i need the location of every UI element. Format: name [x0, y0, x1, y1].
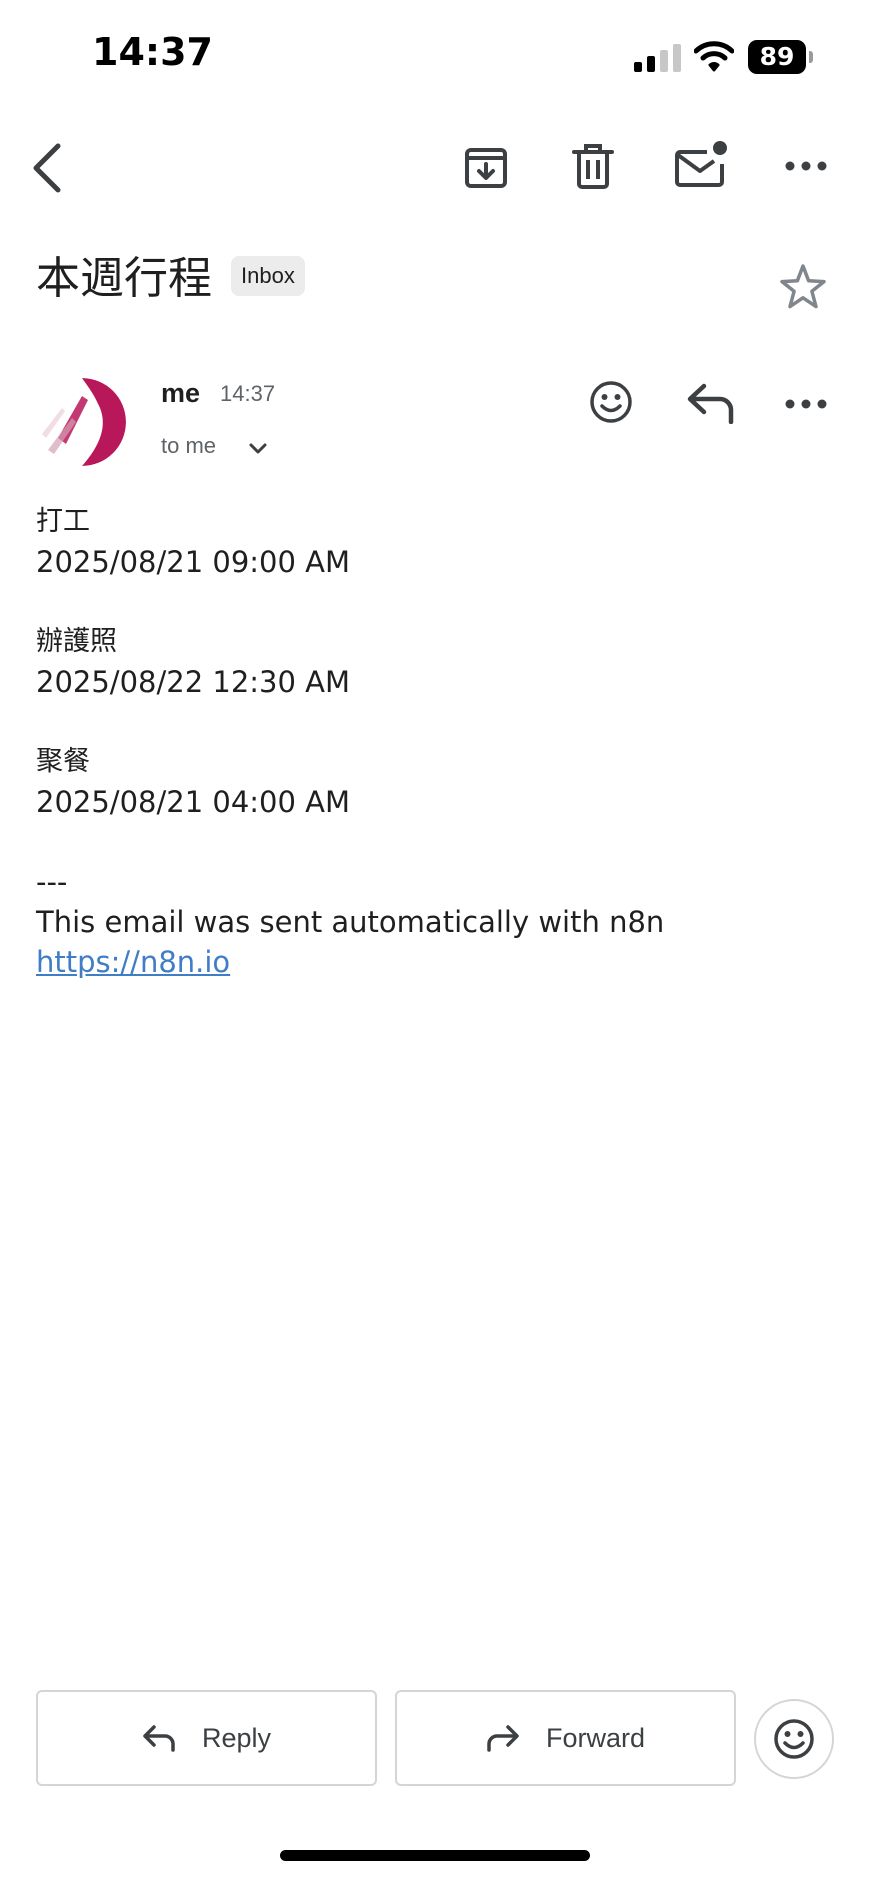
reply-label: Reply [201, 1722, 272, 1753]
back-button[interactable] [28, 142, 68, 194]
footer-separator: --- [36, 865, 68, 899]
entry-title: 聚餐 [36, 746, 90, 777]
entry-title: 打工 [36, 506, 90, 537]
sender-name: me [161, 378, 201, 408]
battery-icon: 89 [748, 40, 814, 74]
battery-nub [809, 51, 813, 63]
mark-unread-button[interactable] [674, 140, 730, 190]
status-time: 14:37 [92, 30, 213, 74]
entry-datetime: 2025/08/21 04:00 AM [36, 785, 351, 819]
n8n-link[interactable]: https://n8n.io [36, 945, 230, 979]
entry-datetime: 2025/08/21 09:00 AM [36, 545, 351, 579]
schedule-entry: 聚餐 2025/08/21 04:00 AM [36, 742, 836, 822]
delete-button[interactable] [569, 142, 617, 190]
cellular-signal-icon [634, 44, 681, 72]
message-more-button[interactable] [784, 394, 828, 414]
smiley-icon [774, 1719, 814, 1759]
add-reaction-button[interactable] [589, 380, 633, 424]
schedule-entry: 打工 2025/08/21 09:00 AM [36, 502, 836, 582]
email-subject: 本週行程 [36, 253, 212, 304]
more-options-button[interactable] [784, 152, 828, 180]
star-button[interactable] [778, 262, 828, 312]
email-body: 打工 2025/08/21 09:00 AM 辦護照 2025/08/22 12… [36, 502, 836, 982]
entry-title: 辦護照 [36, 626, 117, 657]
home-indicator[interactable] [280, 1850, 590, 1861]
sender-avatar[interactable] [38, 378, 126, 466]
recipient-text: to me [161, 433, 217, 458]
sent-time: 14:37 [220, 381, 276, 406]
inbox-label-badge[interactable]: Inbox [231, 256, 305, 296]
emoji-reaction-button[interactable] [754, 1699, 834, 1779]
avatar-image [38, 378, 126, 466]
battery-level: 89 [748, 40, 806, 74]
footer-text: This email was sent automatically with n… [36, 905, 665, 939]
archive-button[interactable] [462, 142, 510, 190]
reply-icon-button[interactable] [686, 382, 736, 424]
wifi-icon [694, 41, 734, 72]
schedule-entry: 辦護照 2025/08/22 12:30 AM [36, 622, 836, 702]
forward-icon [487, 1725, 519, 1752]
reply-button[interactable]: Reply [36, 1690, 377, 1786]
forward-button[interactable]: Forward [395, 1690, 736, 1786]
chevron-down-icon [249, 443, 267, 454]
forward-label: Forward [545, 1722, 646, 1753]
entry-datetime: 2025/08/22 12:30 AM [36, 665, 351, 699]
recipient-details-toggle[interactable]: to me [161, 428, 268, 464]
reply-icon [143, 1725, 175, 1752]
